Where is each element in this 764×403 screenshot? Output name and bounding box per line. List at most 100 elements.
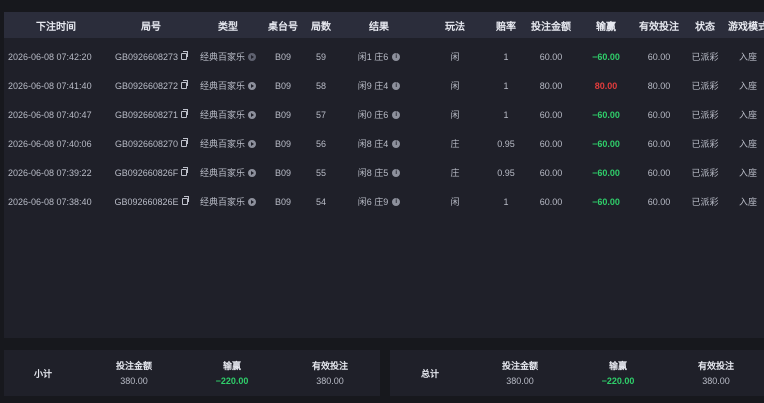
subtotal-panel: 小计 投注金额 380.00 输赢 −220.00 有效投注 380.00 bbox=[4, 350, 380, 396]
cell-result-text: 闲8 庄5 bbox=[357, 168, 389, 178]
cell-game-mode: 入座 bbox=[724, 158, 764, 187]
table-row: 2026-06-08 07:39:22 GB092660826F 经典百家乐 B09 5… bbox=[4, 158, 764, 187]
cell-table: B09 bbox=[262, 158, 304, 187]
cell-round-text: 59 bbox=[315, 51, 326, 62]
subtotal-valid-value: 380.00 bbox=[316, 376, 344, 386]
copy-icon[interactable] bbox=[181, 51, 189, 60]
cell-bet-amount: 60.00 bbox=[522, 158, 580, 187]
subtotal-winloss-value: −220.00 bbox=[215, 376, 249, 386]
subtotal-winloss-label: 输赢 bbox=[222, 361, 241, 371]
cell-valid-bet: 60.00 bbox=[632, 158, 686, 187]
copy-icon[interactable] bbox=[181, 167, 189, 176]
cell-result: 闲0 庄6 i bbox=[338, 100, 420, 129]
col-header-winloss[interactable]: 输赢 bbox=[580, 12, 632, 38]
cell-winloss: −60.00 bbox=[580, 158, 632, 187]
cell-valid-bet: 60.00 bbox=[632, 100, 686, 129]
replay-icon[interactable] bbox=[248, 52, 256, 61]
cell-result-text: 闲8 庄4 bbox=[357, 139, 389, 149]
cell-round-id-text: GB0926608270 bbox=[114, 138, 179, 149]
cell-table-text: B09 bbox=[274, 167, 291, 178]
cell-round-id-text: GB0926608271 bbox=[114, 109, 179, 120]
col-header-round-id[interactable]: 局号 bbox=[108, 12, 194, 38]
cell-result: 闲8 庄5 i bbox=[338, 158, 420, 187]
info-icon[interactable]: i bbox=[392, 110, 401, 119]
cell-type: 经典百家乐 bbox=[194, 158, 262, 187]
info-icon[interactable]: i bbox=[392, 197, 401, 206]
cell-winloss: −60.00 bbox=[580, 129, 632, 158]
cell-winloss-text: −60.00 bbox=[592, 167, 620, 178]
cell-table-text: B09 bbox=[274, 196, 291, 207]
info-icon[interactable]: i bbox=[392, 139, 401, 148]
info-icon[interactable]: i bbox=[392, 52, 401, 61]
col-header-round[interactable]: 局数 bbox=[304, 12, 338, 38]
cell-type: 经典百家乐 bbox=[194, 100, 262, 129]
cell-odds: 1 bbox=[490, 187, 522, 216]
cell-round-id: GB0926608273 bbox=[108, 42, 194, 71]
cell-round-id: GB092660826E bbox=[108, 187, 194, 216]
bet-records-table: 下注时间 局号 类型 桌台号 局数 结果 玩法 赔率 投注金额 输赢 有效投注 … bbox=[4, 12, 764, 338]
cell-round-text: 56 bbox=[315, 138, 326, 149]
replay-icon[interactable] bbox=[248, 168, 256, 177]
copy-icon[interactable] bbox=[181, 138, 189, 147]
replay-icon[interactable] bbox=[248, 139, 256, 148]
subtotal-bet-value: 380.00 bbox=[120, 376, 148, 386]
cell-winloss: −60.00 bbox=[580, 100, 632, 129]
cell-bet-time-text: 2026-06-08 07:38:40 bbox=[8, 196, 92, 207]
cell-valid-bet: 80.00 bbox=[632, 71, 686, 100]
cell-type: 经典百家乐 bbox=[194, 187, 262, 216]
replay-icon[interactable] bbox=[248, 197, 256, 206]
col-header-game-mode[interactable]: 游戏模式 bbox=[724, 12, 764, 38]
cell-bet-time-text: 2026-06-08 07:40:47 bbox=[8, 109, 92, 120]
cell-table-text: B09 bbox=[274, 80, 291, 91]
cell-bet-amount-text: 60.00 bbox=[539, 109, 563, 120]
cell-status: 已派彩 bbox=[686, 129, 724, 158]
total-bet: 投注金额 380.00 bbox=[480, 359, 560, 386]
table-row: 2026-06-08 07:40:06 GB0926608270 经典百家乐 B09 5… bbox=[4, 129, 764, 158]
cell-bet-time: 2026-06-08 07:40:06 bbox=[4, 129, 112, 158]
cell-odds: 0.95 bbox=[490, 129, 522, 158]
info-icon[interactable]: i bbox=[392, 81, 401, 90]
col-header-result[interactable]: 结果 bbox=[338, 12, 420, 38]
cell-odds-text: 1 bbox=[503, 196, 509, 207]
cell-valid-bet: 60.00 bbox=[632, 129, 686, 158]
total-winloss-label: 输赢 bbox=[608, 361, 627, 371]
info-icon[interactable]: i bbox=[392, 168, 401, 177]
copy-icon[interactable] bbox=[181, 80, 189, 89]
cell-status: 已派彩 bbox=[686, 42, 724, 71]
col-header-table[interactable]: 桌台号 bbox=[262, 12, 304, 38]
cell-status-text: 已派彩 bbox=[691, 81, 719, 91]
cell-odds: 0.95 bbox=[490, 158, 522, 187]
cell-play: 庄 bbox=[420, 158, 490, 187]
cell-table: B09 bbox=[262, 100, 304, 129]
replay-icon[interactable] bbox=[248, 110, 256, 119]
cell-status-text: 已派彩 bbox=[691, 110, 719, 120]
cell-result-text: 闲0 庄6 bbox=[357, 110, 389, 120]
cell-status: 已派彩 bbox=[686, 100, 724, 129]
col-header-odds[interactable]: 赔率 bbox=[490, 12, 522, 38]
cell-type: 经典百家乐 bbox=[194, 71, 262, 100]
col-header-bet-time[interactable]: 下注时间 bbox=[4, 12, 108, 38]
cell-round-text: 55 bbox=[315, 167, 326, 178]
col-header-status[interactable]: 状态 bbox=[686, 12, 724, 38]
cell-play-text: 庄 bbox=[450, 168, 460, 178]
replay-icon[interactable] bbox=[248, 81, 256, 90]
col-header-type[interactable]: 类型 bbox=[194, 12, 262, 38]
cell-result-text: 闲1 庄6 bbox=[357, 52, 389, 62]
col-header-valid-bet[interactable]: 有效投注 bbox=[632, 12, 686, 38]
table-row: 2026-06-08 07:38:40 GB092660826E 经典百家乐 B09 5… bbox=[4, 187, 764, 216]
cell-round: 57 bbox=[304, 100, 338, 129]
table-row: 2026-06-08 07:40:47 GB0926608271 经典百家乐 B09 5… bbox=[4, 100, 764, 129]
col-header-bet-amount[interactable]: 投注金额 bbox=[522, 12, 580, 38]
total-title: 总计 bbox=[421, 368, 440, 379]
cell-game-mode-text: 入座 bbox=[738, 81, 757, 91]
copy-icon[interactable] bbox=[181, 109, 189, 118]
cell-play: 闲 bbox=[420, 71, 490, 100]
cell-play-text: 闲 bbox=[450, 81, 460, 91]
table-header: 下注时间 局号 类型 桌台号 局数 结果 玩法 赔率 投注金额 输赢 有效投注 … bbox=[4, 12, 764, 38]
cell-round-id: GB0926608272 bbox=[108, 71, 194, 100]
cell-table: B09 bbox=[262, 42, 304, 71]
col-header-play[interactable]: 玩法 bbox=[420, 12, 490, 38]
copy-icon[interactable] bbox=[181, 196, 189, 205]
total-bet-label: 投注金额 bbox=[501, 361, 538, 371]
cell-bet-amount: 60.00 bbox=[522, 129, 580, 158]
